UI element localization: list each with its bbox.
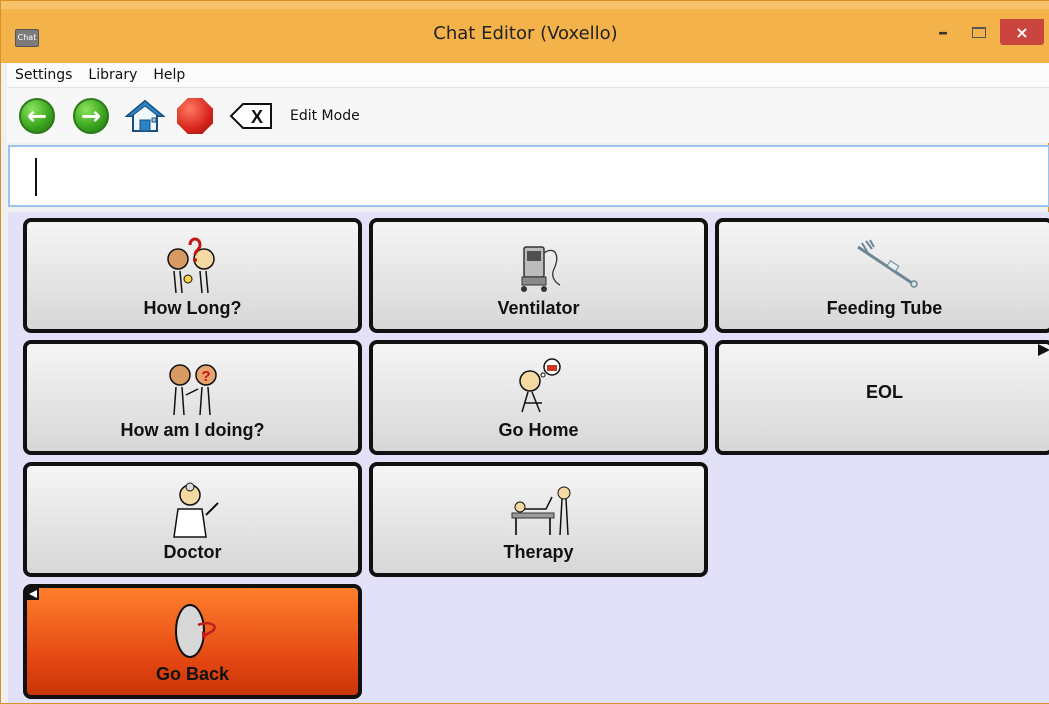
toolbar: ← → X Edit Mode — [7, 87, 1049, 143]
cell-label: Feeding Tube — [826, 298, 943, 318]
message-input[interactable] — [8, 145, 1049, 207]
svg-text:?: ? — [201, 368, 210, 385]
menu-bar: Settings Library Help — [7, 63, 1049, 87]
clear-icon: X — [229, 103, 272, 129]
cell-how-am-i-doing[interactable]: ? How am I doing? — [23, 340, 362, 455]
cell-label: Go Home — [498, 420, 579, 440]
cell-label: Go Back — [155, 664, 230, 684]
cell-doctor[interactable]: Doctor — [23, 462, 362, 577]
how-am-i-doing-icon: ? — [168, 364, 217, 416]
cell-ventilator[interactable]: Ventilator — [369, 218, 708, 333]
home-icon — [125, 99, 165, 132]
home-button[interactable] — [125, 98, 165, 134]
cell-label: How am I doing? — [120, 420, 265, 440]
cell-how-long[interactable]: How Long? — [23, 218, 362, 333]
svg-text:X: X — [251, 107, 263, 127]
cell-label: Therapy — [503, 542, 574, 562]
cell-feeding-tube[interactable]: Feeding Tube — [715, 218, 1049, 333]
folder-arrow-icon — [1038, 344, 1049, 356]
back-button[interactable]: ← — [19, 98, 55, 134]
menu-help[interactable]: Help — [145, 64, 193, 86]
cell-go-home[interactable]: Go Home — [369, 340, 708, 455]
minimize-button[interactable]: – — [927, 19, 959, 45]
forward-arrow-icon: → — [73, 98, 109, 134]
communication-board: How Long? Ventilator Feeding Tube ? How … — [8, 212, 1049, 703]
feeding-tube-icon — [856, 239, 918, 288]
doctor-icon — [172, 482, 219, 538]
window-title: Chat Editor (Voxello) — [433, 23, 618, 44]
maximize-icon — [972, 26, 986, 38]
cell-therapy[interactable]: Therapy — [369, 462, 708, 577]
how-long-icon — [166, 237, 215, 294]
clear-button[interactable]: X — [229, 98, 273, 134]
stop-button[interactable] — [177, 98, 213, 134]
cell-eol[interactable]: EOL — [715, 340, 1049, 455]
cell-label: Doctor — [163, 542, 222, 562]
ventilator-icon — [520, 246, 560, 292]
maximize-button[interactable] — [963, 19, 995, 45]
chat-editor-window: Chat Chat Editor (Voxello) – × Settings … — [0, 0, 1049, 704]
cell-go-back[interactable]: Go Back — [23, 584, 362, 699]
go-home-icon — [518, 358, 561, 413]
stop-icon — [177, 98, 213, 134]
cell-label: EOL — [865, 382, 903, 402]
text-caret — [35, 158, 37, 196]
menu-settings[interactable]: Settings — [7, 64, 80, 86]
title-bar[interactable]: Chat Chat Editor (Voxello) – × — [1, 1, 1049, 63]
cell-label: Ventilator — [497, 298, 580, 318]
therapy-icon — [511, 486, 570, 536]
edit-mode-label[interactable]: Edit Mode — [290, 108, 360, 124]
close-button[interactable]: × — [1000, 19, 1044, 45]
cell-label: How Long? — [143, 298, 242, 318]
menu-library[interactable]: Library — [80, 64, 145, 86]
go-back-icon — [174, 604, 216, 658]
back-arrow-icon: ← — [19, 98, 55, 134]
forward-button[interactable]: → — [73, 98, 109, 134]
